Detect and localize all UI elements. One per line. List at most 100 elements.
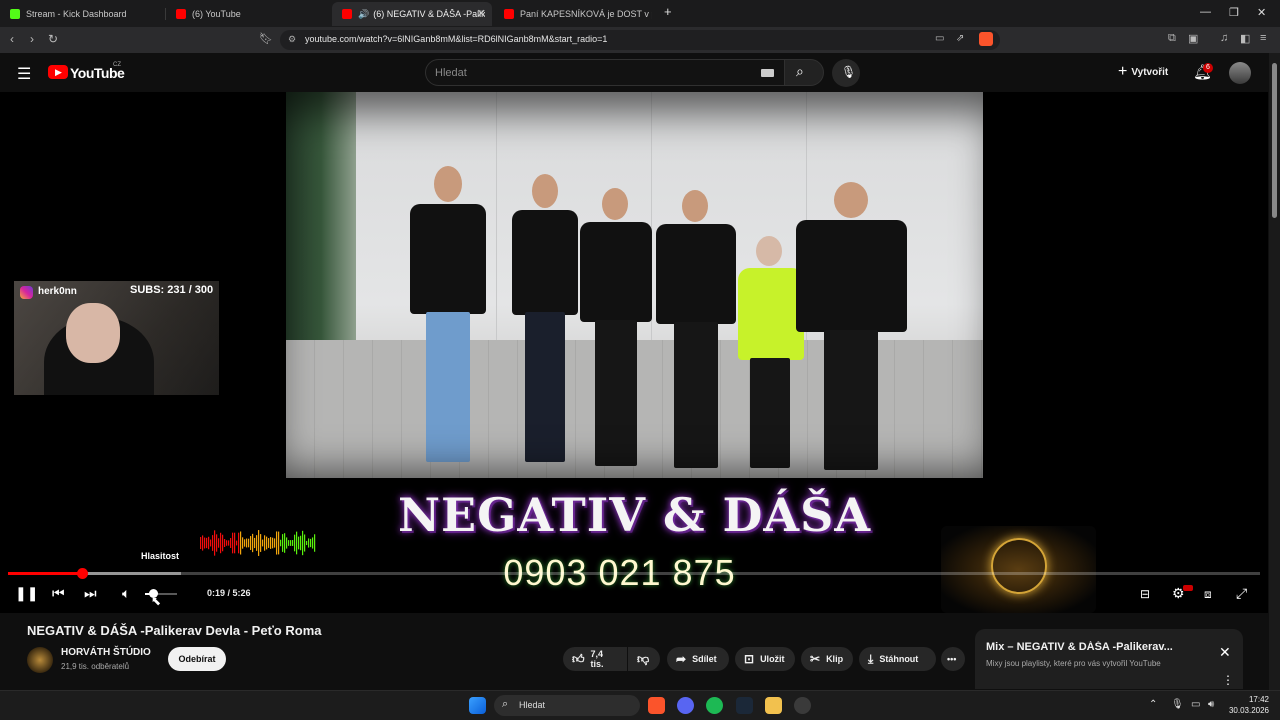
taskbar-search[interactable]: ⌕ Hledat — [494, 695, 640, 716]
url-text: youtube.com/watch?v=6lNIGanb8mM&list=RD6… — [305, 34, 608, 44]
taskbar-clock[interactable]: 17:42 30.03.2026 — [1227, 694, 1269, 716]
volume-icon[interactable]: 🔈︎ — [122, 586, 130, 600]
waveform-bar — [228, 540, 230, 546]
browser-tab-active-video[interactable]: 🔊 (6) NEGATIV & DÁŠA -Palikerav ✕ — [332, 2, 492, 26]
browser-tab-kapesnikova[interactable]: Paní KAPESNÍKOVÁ je DOST v pohod — [494, 2, 658, 26]
close-icon[interactable]: ✕ — [1219, 644, 1231, 661]
fullscreen-icon[interactable]: ⤢ — [1236, 586, 1247, 600]
save-button[interactable]: ⊡ Uložit — [735, 647, 795, 671]
tray-overflow-icon[interactable]: ⌃ — [1149, 699, 1157, 710]
extensions-icon[interactable]: ⧉ — [1168, 32, 1176, 45]
keyboard-icon[interactable] — [761, 69, 774, 77]
channel-name[interactable]: HORVÁTH ŠTÚDIO — [61, 647, 151, 658]
browser-tab-kick[interactable]: Stream - Kick Dashboard — [0, 2, 166, 26]
steam-icon[interactable] — [736, 697, 753, 714]
waveform-bar — [310, 538, 312, 548]
create-button[interactable]: + Vytvořit — [1118, 61, 1168, 83]
bookmark-icon[interactable]: 🔖︎ — [259, 32, 273, 45]
subtitles-icon[interactable]: ⊟ — [1140, 587, 1150, 601]
address-bar-row: ‹ › ↻ 🔖︎ ⚙ youtube.com/watch?v=6lNIGanb8… — [0, 27, 1280, 53]
clip-button[interactable]: ✂ Klip — [801, 647, 853, 671]
progress-scrubber[interactable] — [76, 568, 88, 579]
windows-start-icon[interactable] — [469, 697, 486, 714]
like-button[interactable]: 👍︎ 7,4 tis. — [563, 647, 627, 671]
waveform-bar — [200, 537, 202, 549]
like-count: 7,4 tis. — [590, 649, 604, 669]
download-button[interactable]: ⤓ Stáhnout — [859, 647, 936, 671]
wallet-icon[interactable]: ▣ — [1188, 32, 1198, 45]
sidebar-icon[interactable]: ◧ — [1240, 32, 1250, 45]
brave-shield-icon[interactable] — [979, 32, 993, 46]
youtube-icon — [176, 9, 186, 19]
browser-tab-youtube[interactable]: (6) YouTube — [166, 2, 332, 26]
youtube-logo-icon[interactable]: ▶ — [48, 65, 68, 79]
waveform-bar — [280, 539, 282, 547]
studio-logo-graphic — [941, 526, 1096, 613]
dislike-button[interactable]: 👎︎ — [628, 647, 660, 671]
waveform-bar — [208, 536, 210, 550]
download-icon: ⤓ — [868, 651, 874, 666]
minimize-icon[interactable]: — — [1200, 6, 1211, 18]
close-tab-icon[interactable]: ✕ — [477, 7, 486, 20]
previous-icon[interactable]: ⏮︎ — [52, 586, 65, 600]
search-button[interactable]: ⌕ — [784, 59, 824, 86]
new-tab-icon[interactable]: + — [664, 4, 672, 19]
share-arrow-icon: ➦ — [676, 652, 687, 666]
tray-network-icon[interactable]: ▭ — [1191, 699, 1200, 710]
subscribe-button[interactable]: Odebírat — [168, 647, 226, 671]
waveform-bar — [214, 530, 216, 556]
waveform-bar — [298, 536, 300, 550]
reload-icon[interactable]: ↻ — [48, 32, 58, 46]
logo-region: CZ — [113, 62, 121, 68]
share-button[interactable]: ➦ Sdílet — [667, 647, 729, 671]
more-vertical-icon[interactable]: ⋮ — [1222, 673, 1234, 687]
waveform-bar — [308, 538, 310, 548]
more-actions-button[interactable]: ••• — [941, 647, 965, 671]
restore-icon[interactable]: ❐ — [1229, 6, 1239, 19]
scissors-icon: ✂ — [810, 652, 821, 666]
waveform-bar — [264, 535, 266, 551]
clock-time: 17:42 — [1248, 695, 1269, 704]
hd-badge — [1183, 585, 1193, 591]
waveform-bar — [202, 535, 204, 551]
tab-label: Stream - Kick Dashboard — [26, 9, 127, 19]
forward-icon[interactable]: › — [30, 32, 34, 46]
menu-icon[interactable]: ≡ — [1260, 32, 1266, 44]
brave-browser-icon[interactable] — [648, 697, 665, 714]
share-page-icon[interactable]: ⇗ — [956, 33, 964, 44]
waveform-bar — [226, 540, 228, 546]
waveform-bar — [242, 537, 244, 549]
next-icon[interactable]: ⏭︎ — [84, 586, 97, 600]
cast-icon[interactable]: ▭ — [935, 33, 944, 44]
tab-label: (6) NEGATIV & DÁŠA -Palikerav — [373, 9, 486, 19]
file-explorer-icon[interactable] — [765, 697, 782, 714]
waveform-bar — [236, 540, 238, 546]
video-player[interactable]: herk0nn SUBS: 231 / 300 NEGATIV & DÁŠA 0… — [0, 92, 1268, 613]
search-icon: ⌕ — [502, 698, 509, 710]
site-info-icon[interactable]: ⚙ — [288, 34, 296, 45]
scrollbar-thumb[interactable] — [1272, 63, 1277, 218]
tray-volume-icon[interactable]: 🔊︎ — [1208, 699, 1214, 710]
spotify-icon[interactable] — [706, 697, 723, 714]
tray-microphone-icon[interactable]: 🎙︎ — [1171, 699, 1184, 710]
obs-icon[interactable] — [794, 697, 811, 714]
browser-tab-bar: Stream - Kick Dashboard (6) YouTube 🔊 (6… — [0, 0, 1280, 27]
search-input[interactable]: Hledat — [425, 59, 785, 86]
url-field[interactable]: ⚙ youtube.com/watch?v=6lNIGanb8mM&list=R… — [280, 30, 1000, 50]
channel-avatar[interactable] — [27, 647, 53, 673]
waveform-bar — [230, 538, 232, 548]
back-icon[interactable]: ‹ — [10, 32, 14, 46]
voice-search-button[interactable]: 🎙︎ — [832, 59, 860, 87]
waveform-bar — [206, 537, 208, 549]
discord-icon[interactable] — [677, 697, 694, 714]
hamburger-menu-icon[interactable]: ☰ — [17, 64, 31, 84]
miniplayer-icon[interactable]: ⧈ — [1204, 587, 1212, 601]
account-avatar[interactable] — [1229, 62, 1251, 84]
mix-playlist-panel[interactable]: Mix – NEGATIV & DÁŠA -Palikerav... Mixy … — [975, 629, 1243, 689]
page-scrollbar[interactable] — [1269, 53, 1280, 690]
waveform-bar — [222, 534, 224, 552]
progress-bar[interactable] — [8, 568, 1260, 579]
media-icon[interactable]: ♫ — [1220, 32, 1228, 44]
pause-icon[interactable]: ❚❚ — [15, 586, 38, 600]
close-window-icon[interactable]: ✕ — [1257, 6, 1266, 19]
